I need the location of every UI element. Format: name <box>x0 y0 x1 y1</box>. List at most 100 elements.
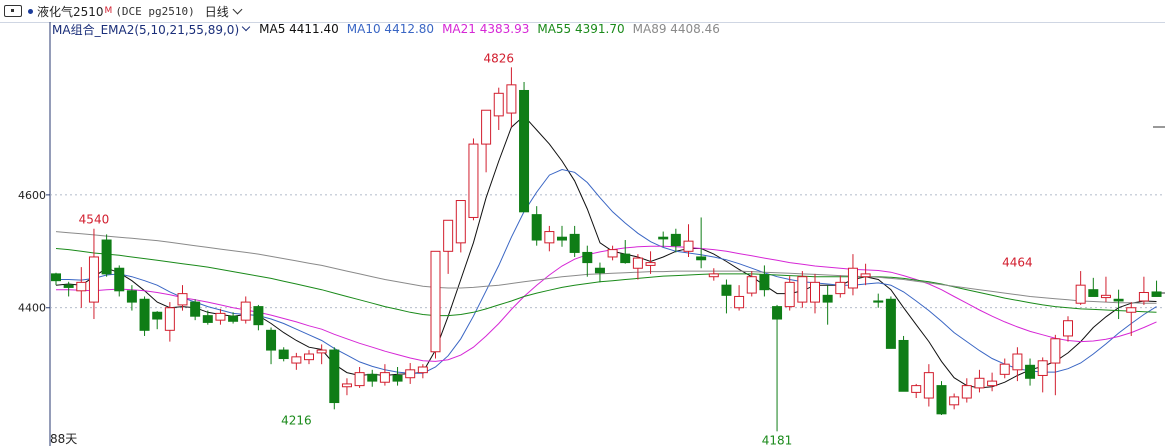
candle-body-11 <box>190 301 201 317</box>
candle-body-64 <box>860 273 871 278</box>
candle-body-61 <box>822 294 833 303</box>
candle-body-23 <box>341 383 352 388</box>
candle-body-69 <box>923 372 934 399</box>
candle-body-22 <box>329 349 340 404</box>
candle-body-20 <box>304 353 314 361</box>
candle-body-57 <box>772 306 783 320</box>
extreme-label-4216: 4216 <box>281 414 312 428</box>
candle-body-37 <box>519 89 530 213</box>
candle-body-9 <box>164 307 175 331</box>
candle-body-7 <box>139 298 150 331</box>
candle-body-21 <box>316 349 327 354</box>
extreme-label-4540: 4540 <box>79 213 110 227</box>
candle-body-14 <box>228 315 239 322</box>
candle-body-24 <box>354 372 365 387</box>
series-line-ma10 <box>56 168 1157 374</box>
candle-body-27 <box>392 374 403 382</box>
candle-body-40 <box>557 236 567 241</box>
candle-body-86 <box>1138 292 1149 302</box>
candle-body-73 <box>974 377 985 389</box>
candle-body-80 <box>1063 320 1073 337</box>
candle-body-67 <box>898 339 909 392</box>
candle-body-18 <box>278 349 289 360</box>
candle-body-41 <box>569 233 580 253</box>
candle-body-5 <box>114 267 125 292</box>
candle-body-71 <box>949 396 960 406</box>
candle-body-81 <box>1075 284 1086 304</box>
candle-body-49 <box>670 233 681 247</box>
candle-body-70 <box>936 385 947 415</box>
candle-body-28 <box>405 369 416 379</box>
candle-body-45 <box>620 253 631 264</box>
candle-body-56 <box>759 274 770 291</box>
series-line-ma89 <box>55 231 1157 304</box>
candle-body-10 <box>177 293 188 306</box>
candle-body-1 <box>63 284 74 288</box>
candle-body-84 <box>1113 298 1124 302</box>
candle-body-3 <box>88 256 99 303</box>
candle-body-78 <box>1037 360 1048 376</box>
candle-body-65 <box>873 300 884 303</box>
candle-body-29 <box>417 366 428 374</box>
candle-body-13 <box>215 312 226 321</box>
candle-body-74 <box>987 380 998 387</box>
candle-body-6 <box>126 290 137 303</box>
extreme-label-4464: 4464 <box>1002 256 1033 270</box>
candle-body-55 <box>746 276 757 294</box>
candle-body-66 <box>885 298 896 349</box>
candle-body-52 <box>708 273 719 278</box>
candle-body-42 <box>582 251 593 264</box>
candle-body-79 <box>1050 338 1061 364</box>
candle-body-48 <box>658 236 669 240</box>
candle-body-50 <box>683 240 694 252</box>
candle-body-53 <box>721 284 732 296</box>
candle-body-16 <box>253 306 264 326</box>
candle-body-58 <box>784 281 795 308</box>
candle-body-39 <box>544 231 555 244</box>
candle-body-76 <box>1012 353 1023 371</box>
candle-body-0 <box>51 273 61 282</box>
y-tick-label-4400: 4400 <box>18 302 46 315</box>
candle-body-25 <box>367 373 378 382</box>
series-line-ma5 <box>55 115 1157 389</box>
candle-body-51 <box>696 256 707 261</box>
candle-body-46 <box>632 257 643 269</box>
candlestick-chart[interactable]: 4400 4600 4826 4540 4464 4216 4181 <box>0 0 1165 448</box>
candle-body-54 <box>734 295 745 309</box>
candle-body-77 <box>1025 364 1036 379</box>
candle-body-72 <box>961 385 972 399</box>
candle-body-62 <box>835 281 846 295</box>
bar-count-label: 88天 <box>50 432 78 446</box>
candle-body-34 <box>481 109 492 145</box>
candle-body-35 <box>493 92 504 117</box>
candle-body-2 <box>76 281 87 292</box>
candle-body-43 <box>594 267 605 274</box>
candle-body-75 <box>999 363 1010 375</box>
series-line-ma21 <box>56 245 1157 362</box>
candle-body-83 <box>1100 294 1111 299</box>
candle-body-44 <box>607 249 618 258</box>
candle-body-87 <box>1151 291 1162 297</box>
candle-body-17 <box>266 329 277 351</box>
candle-body-19 <box>291 356 302 364</box>
candle-body-60 <box>810 281 820 303</box>
candle-body-4 <box>101 239 112 275</box>
candle-body-63 <box>847 267 858 289</box>
candle-body-32 <box>455 200 466 244</box>
extreme-label-4181: 4181 <box>762 433 793 447</box>
candle-body-47 <box>645 262 656 266</box>
candle-body-82 <box>1088 289 1099 297</box>
candle-body-68 <box>911 385 922 393</box>
candle-body-36 <box>506 84 517 114</box>
candle-body-30 <box>430 250 441 353</box>
candle-body-33 <box>468 143 479 218</box>
candle-body-31 <box>443 219 454 252</box>
candle-body-8 <box>152 311 163 320</box>
candle-body-59 <box>797 276 808 303</box>
candle-body-12 <box>202 315 213 323</box>
candle-body-15 <box>240 301 251 321</box>
candle-body-85 <box>1126 307 1137 313</box>
extreme-label-4826: 4826 <box>483 51 514 65</box>
candle-body-26 <box>379 372 390 383</box>
y-tick-label-4600: 4600 <box>18 189 46 202</box>
